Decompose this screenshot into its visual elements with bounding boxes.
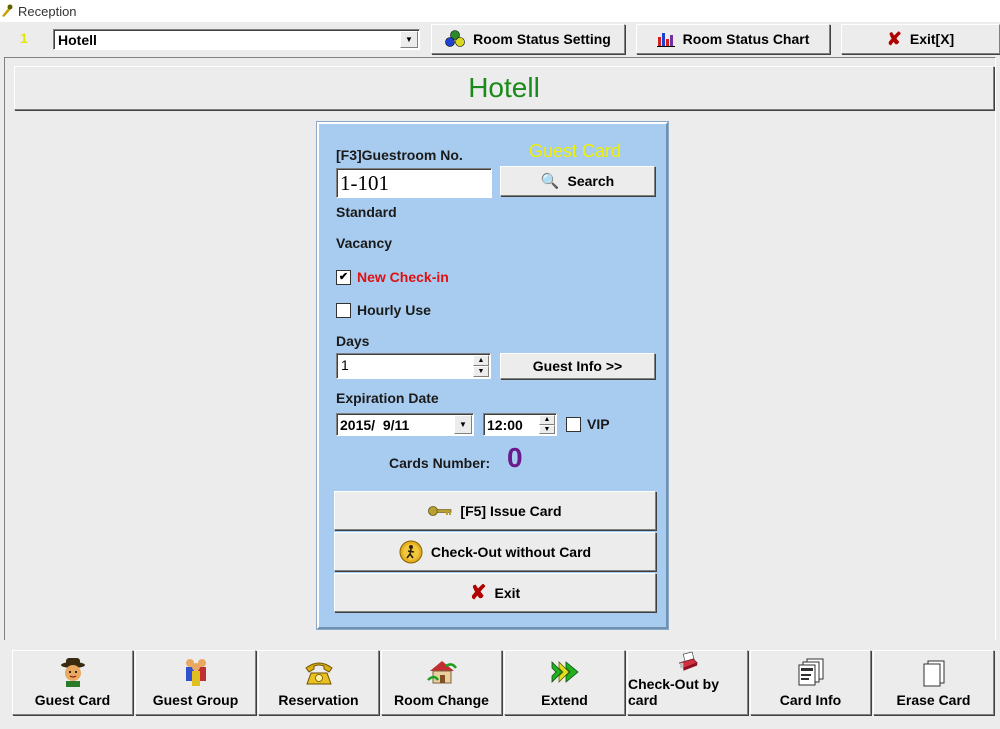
search-icon: 🔍 [540,173,560,190]
days-value: 1 [341,357,349,373]
key-icon [428,505,452,516]
bottom-guest-card-label: Guest Card [34,692,111,708]
arrow-forward-icon [551,661,579,683]
panel-exit-button[interactable]: ✘ Exit [334,573,656,612]
house-icon [426,661,457,684]
expiration-date-picker[interactable]: 2015/ 9/11 ▼ [336,413,474,436]
checkout-without-card-label: Check-Out without Card [430,543,592,560]
issue-card-button[interactable]: [F5] Issue Card [334,491,656,530]
exit-button[interactable]: ✘ Exit[X] [841,24,1000,54]
bar-chart-icon [656,33,675,47]
checkbox-unchecked-icon[interactable] [566,416,581,432]
cards-number-value: 0 [507,442,523,473]
close-icon: ✘ [886,28,902,49]
card-stack-icon [798,658,823,686]
time-spin[interactable]: ▲ ▼ [539,415,555,434]
expiration-date-value: 2015/ 9/11 [340,417,410,433]
checkout-without-card-button[interactable]: Check-Out without Card [334,532,656,571]
telephone-icon [304,662,333,685]
room-type: Standard [336,204,397,220]
bottom-room-change-button[interactable]: Room Change [381,650,502,715]
title-bar: Reception [0,0,1000,22]
walking-person-icon [399,540,423,563]
guestroom-label: [F3]Guestroom No. [336,147,463,163]
chevron-down-icon[interactable]: ▼ [400,31,418,48]
guest-info-label: Guest Info >> [532,358,623,374]
days-label: Days [336,333,370,349]
bottom-reservation-label: Reservation [278,692,359,708]
bottom-checkout-by-card-label: Check-Out by card [628,676,720,708]
new-checkin-checkbox[interactable]: ✔ New Check-in [336,269,449,285]
toolbar: 1 Hotell ▼ Room Status Setting Room Stat… [0,22,1000,56]
hotel-select[interactable]: Hotell ▼ [53,29,420,50]
room-state: Vacancy [336,235,393,251]
bottom-guest-card-button[interactable]: Guest Card [12,650,133,715]
spin-up-icon[interactable]: ▲ [539,415,555,425]
card-type-label: Guest Card [529,141,622,161]
exit-label: Exit[X] [909,31,955,47]
bottom-guest-group-label: Guest Group [152,692,239,708]
search-button[interactable]: 🔍 Search [500,166,655,196]
panel-exit-label: Exit [494,584,521,601]
room-status-chart-label: Room Status Chart [682,31,810,47]
expiration-label: Expiration Date [336,390,439,406]
hotel-name: Hotell [468,72,540,103]
checkbox-unchecked-icon[interactable] [336,302,351,318]
bottom-room-change-label: Room Change [394,692,489,708]
color-circles-icon [445,30,465,47]
bottom-card-info-label: Card Info [779,692,842,708]
bottom-erase-card-button[interactable]: Erase Card [873,650,994,715]
room-status-setting-label: Room Status Setting [473,31,611,47]
guestroom-value: 1-101 [340,171,389,195]
search-label: Search [567,173,615,189]
reception-panel: [F3]Guestroom No. Guest Card 1-101 🔍 Sea… [316,121,669,630]
guest-card-icon [60,658,85,687]
close-icon: ✘ [469,582,487,604]
room-status-chart-button[interactable]: Room Status Chart [636,24,830,54]
app-icon [2,4,13,17]
spin-up-icon[interactable]: ▲ [473,355,489,366]
hotel-select-value: Hotell [58,32,97,48]
card-reader-icon [678,651,698,671]
spin-down-icon[interactable]: ▼ [539,424,555,434]
window-title: Reception [18,3,77,19]
toolbar-indicator: 1 [20,30,28,46]
guest-info-button[interactable]: Guest Info >> [500,353,655,379]
new-checkin-label: New Check-in [357,269,449,285]
bottom-extend-button[interactable]: Extend [504,650,625,715]
bottom-guest-group-button[interactable]: Guest Group [135,650,256,715]
hotel-header: Hotell [14,66,994,110]
issue-card-label: [F5] Issue Card [460,502,562,519]
room-status-setting-button[interactable]: Room Status Setting [431,24,625,54]
bottom-card-info-button[interactable]: Card Info [750,650,871,715]
vip-checkbox[interactable]: VIP [566,416,610,432]
days-stepper[interactable]: 1 ▲ ▼ [336,353,491,379]
hourly-use-label: Hourly Use [357,302,431,318]
bottom-extend-label: Extend [541,692,588,708]
bottom-reservation-button[interactable]: Reservation [258,650,379,715]
blank-card-icon [923,660,944,687]
bottom-checkout-by-card-button[interactable]: Check-Out by card [627,650,748,715]
checkbox-checked-icon[interactable]: ✔ [336,269,351,285]
expiration-time-value: 12:00 [487,417,523,433]
chevron-down-icon[interactable]: ▼ [454,415,472,434]
guest-group-icon [185,659,206,686]
hourly-use-checkbox[interactable]: Hourly Use [336,302,431,318]
spin-down-icon[interactable]: ▼ [473,366,489,377]
expiration-time-stepper[interactable]: 12:00 ▲ ▼ [483,413,557,436]
cards-number-label: Cards Number: [389,455,491,471]
bottom-erase-card-label: Erase Card [896,692,971,708]
guestroom-input[interactable]: 1-101 [336,168,492,198]
days-spin[interactable]: ▲ ▼ [473,355,489,377]
vip-label: VIP [587,416,610,432]
